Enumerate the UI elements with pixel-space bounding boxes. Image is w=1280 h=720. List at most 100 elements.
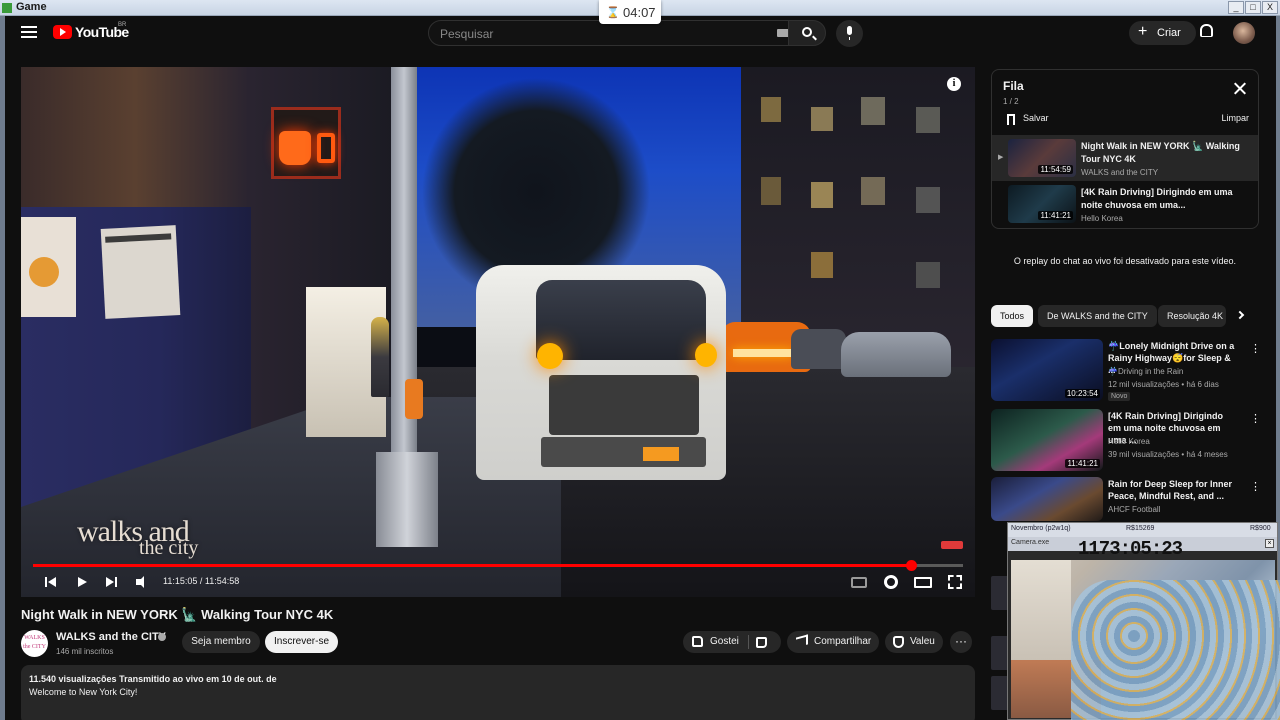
rec-channel: AHCF Football bbox=[1108, 505, 1161, 514]
channel-avatar[interactable]: WALKS the CITY bbox=[21, 630, 48, 657]
rec-thumbnail: 11:41:21 bbox=[991, 409, 1103, 471]
recommendation-item[interactable]: Rain for Deep Sleep for Inner Peace, Min… bbox=[991, 477, 1261, 521]
app-icon bbox=[2, 3, 12, 13]
rec-thumbnail bbox=[991, 477, 1103, 521]
now-playing-icon: ▶ bbox=[998, 154, 1004, 161]
video-player[interactable]: walks and the city i 11:15:05 / 11:54:58 bbox=[21, 67, 975, 597]
chip-4k[interactable]: Resolução 4K bbox=[1158, 305, 1226, 327]
subscribe-button[interactable]: Inscrever-se bbox=[265, 631, 338, 653]
queue-item-title: [4K Rain Driving] Dirigindo em uma noite… bbox=[1081, 187, 1233, 210]
description-text: Welcome to New York City! bbox=[29, 687, 138, 697]
captions-icon[interactable] bbox=[851, 577, 867, 588]
progress-bar[interactable] bbox=[33, 560, 963, 571]
info-icon[interactable]: i bbox=[947, 77, 961, 91]
rec-channel: ☔Driving in the Rain bbox=[1108, 367, 1184, 376]
queue-thumbnail: 11:41:21 bbox=[1008, 185, 1076, 223]
create-label: Criar bbox=[1157, 27, 1181, 39]
description-box[interactable]: 11.540 visualizações Transmitido ao vivo… bbox=[21, 665, 975, 720]
rec-duration: 11:41:21 bbox=[1065, 459, 1100, 468]
volume-icon[interactable] bbox=[133, 573, 153, 591]
recommendation-item[interactable]: 10:23:54 ☔Lonely Midnight Drive on a Rai… bbox=[991, 339, 1261, 403]
rec-duration: 10:23:54 bbox=[1064, 389, 1100, 398]
description-stats: 11.540 visualizações Transmitido ao vivo… bbox=[29, 674, 277, 684]
window-title: Game bbox=[16, 1, 47, 13]
rec-views: 12 mil visualizações • há 6 dias bbox=[1108, 380, 1219, 389]
rec-menu-icon[interactable]: ⋮ bbox=[1250, 480, 1261, 493]
camera-close-icon[interactable]: × bbox=[1265, 539, 1274, 548]
recommendation-item[interactable]: 11:41:21 [4K Rain Driving] Dirigindo em … bbox=[991, 409, 1261, 473]
thumb-up-icon[interactable] bbox=[692, 636, 703, 647]
timer-value: 04:07 bbox=[623, 5, 656, 20]
rec-views: 39 mil visualizações • há 4 meses bbox=[1108, 450, 1228, 459]
queue-item[interactable]: 11:41:21 [4K Rain Driving] Dirigindo em … bbox=[992, 181, 1258, 227]
next-icon[interactable] bbox=[101, 573, 121, 591]
thumb-down-icon[interactable] bbox=[756, 637, 767, 648]
queue-duration: 11:41:21 bbox=[1038, 211, 1073, 220]
queue-count: 1 / 2 bbox=[1003, 97, 1019, 106]
menu-icon[interactable] bbox=[21, 26, 37, 38]
minimize-button[interactable]: _ bbox=[1228, 1, 1244, 14]
country-code: BR bbox=[118, 22, 127, 28]
close-icon[interactable] bbox=[1234, 82, 1246, 94]
camera-counter: 1173:05:23 bbox=[1078, 538, 1183, 560]
camera-header-mid: R$15269 bbox=[1126, 525, 1155, 532]
like-dislike-group: Gostei bbox=[683, 631, 781, 653]
chip-all[interactable]: Todos bbox=[991, 305, 1034, 327]
previous-icon[interactable] bbox=[41, 573, 61, 591]
user-avatar[interactable] bbox=[1233, 22, 1255, 44]
share-button[interactable]: Compartilhar bbox=[787, 631, 879, 653]
maximize-button[interactable]: □ bbox=[1245, 1, 1261, 14]
rec-menu-icon[interactable]: ⋮ bbox=[1250, 412, 1261, 425]
more-actions-button[interactable]: ··· bbox=[950, 631, 972, 653]
queue-save-button[interactable]: Salvar bbox=[1023, 113, 1049, 123]
camera-header-left: Novembro (p2w1q) bbox=[1011, 525, 1071, 532]
camera-feed bbox=[1011, 560, 1280, 720]
queue-item-channel: WALKS and the CITY bbox=[1081, 168, 1159, 177]
voice-search-button[interactable] bbox=[836, 20, 863, 47]
queue-item[interactable]: ▶ 11:54:59 Night Walk in NEW YORK 🗽 Walk… bbox=[992, 135, 1258, 181]
rec-channel: Hello Korea bbox=[1108, 437, 1150, 446]
queue-duration: 11:54:59 bbox=[1038, 165, 1073, 174]
thanks-icon bbox=[893, 636, 904, 648]
microphone-icon bbox=[847, 26, 852, 40]
search-button[interactable] bbox=[788, 20, 826, 46]
like-label[interactable]: Gostei bbox=[710, 636, 739, 647]
subscriber-count: 146 mil inscritos bbox=[56, 647, 114, 656]
play-icon[interactable] bbox=[72, 573, 92, 591]
chip-from-channel[interactable]: De WALKS and the CITY bbox=[1038, 305, 1157, 327]
chevron-right-icon[interactable] bbox=[1235, 310, 1245, 320]
camera-window[interactable]: Novembro (p2w1q) R$15269 R$900 Camera.ex… bbox=[1007, 522, 1280, 720]
join-button[interactable]: Seja membro bbox=[182, 631, 260, 653]
thanks-button[interactable]: Valeu bbox=[885, 631, 943, 653]
camera-header-right: R$900 bbox=[1250, 525, 1271, 532]
thanks-label: Valeu bbox=[910, 636, 935, 647]
verified-icon bbox=[158, 633, 166, 641]
queue-item-channel: Hello Korea bbox=[1081, 214, 1123, 223]
queue-item-title: Night Walk in NEW YORK 🗽 Walking Tour NY… bbox=[1081, 141, 1240, 164]
video-title: Night Walk in NEW YORK 🗽 Walking Tour NY… bbox=[21, 607, 334, 622]
close-window-button[interactable]: X bbox=[1262, 1, 1278, 14]
channel-name[interactable]: WALKS and the CITY bbox=[56, 631, 166, 643]
share-label: Compartilhar bbox=[814, 636, 872, 647]
notifications-bell-icon[interactable] bbox=[1200, 24, 1213, 37]
queue-clear-button[interactable]: Limpar bbox=[1221, 113, 1249, 123]
channel-watermark-line2: the city bbox=[139, 537, 199, 559]
bookmark-icon[interactable] bbox=[1007, 114, 1015, 125]
camera-app-name: Camera.exe bbox=[1011, 539, 1050, 546]
rec-menu-icon[interactable]: ⋮ bbox=[1250, 342, 1261, 355]
search-icon bbox=[802, 27, 812, 37]
youtube-mini-logo-icon bbox=[941, 541, 963, 549]
rec-thumbnail: 10:23:54 bbox=[991, 339, 1103, 401]
share-icon bbox=[796, 634, 808, 648]
rec-title: Rain for Deep Sleep for Inner Peace, Min… bbox=[1108, 479, 1233, 501]
youtube-logo-icon[interactable] bbox=[53, 25, 72, 39]
camera-header: Novembro (p2w1q) R$15269 R$900 bbox=[1008, 523, 1277, 537]
queue-panel: Fila 1 / 2 Salvar Limpar ▶ 11:54:59 Nigh… bbox=[991, 69, 1259, 229]
plus-icon: + bbox=[1138, 23, 1148, 40]
queue-title: Fila bbox=[1003, 79, 1024, 93]
time-display: 11:15:05 / 11:54:58 bbox=[163, 576, 240, 586]
create-button[interactable]: + Criar bbox=[1129, 21, 1196, 45]
queue-thumbnail: 11:54:59 bbox=[1008, 139, 1076, 177]
theater-mode-icon[interactable] bbox=[914, 577, 932, 588]
settings-gear-icon[interactable] bbox=[884, 575, 898, 589]
